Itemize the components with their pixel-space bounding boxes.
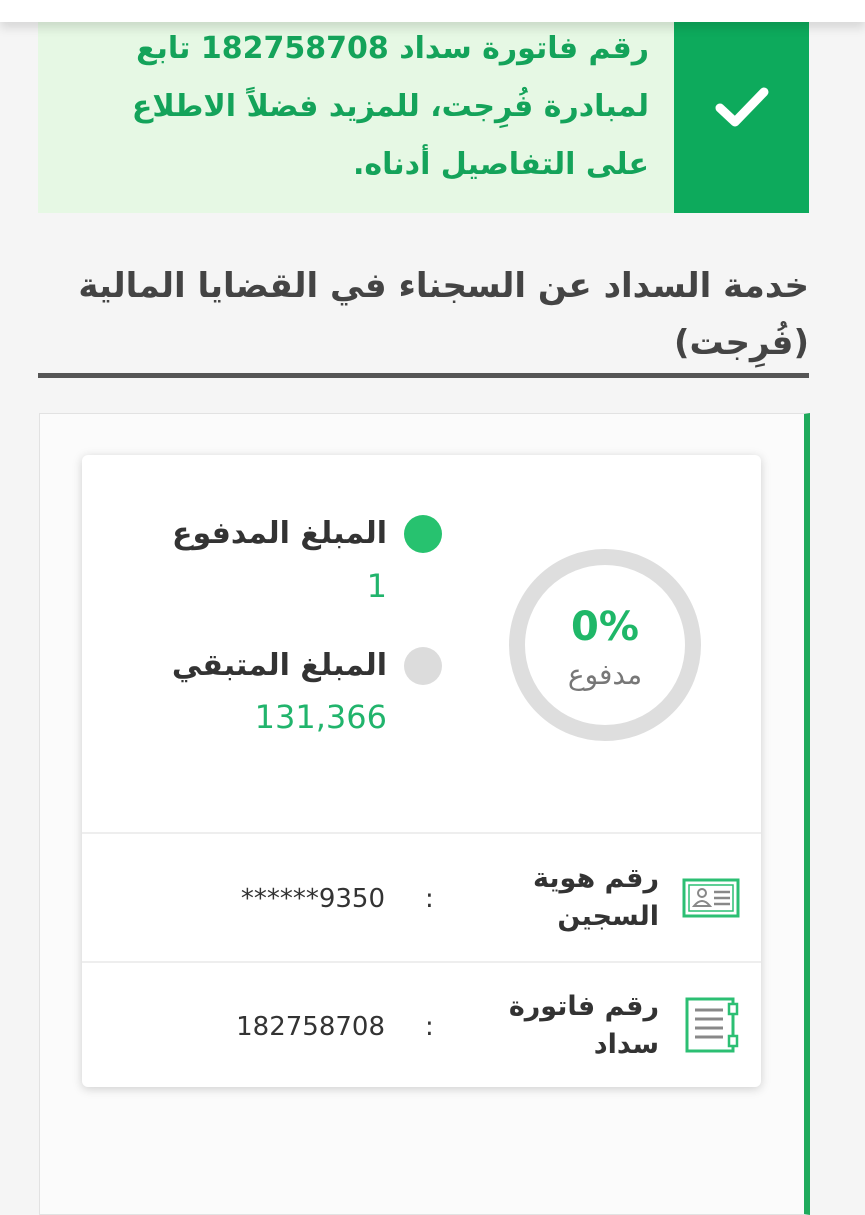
section-title-line: (فُرِجت) <box>674 323 809 363</box>
prisoner-id-label: رقم هوية السجين <box>499 860 659 936</box>
invoice-icon <box>685 997 739 1053</box>
top-app-bar <box>0 0 865 22</box>
success-alert: رقم فاتورة سداد 182758708 تابع لمبادرة ف… <box>38 0 809 213</box>
prisoner-id-label-line: السجين <box>557 901 659 932</box>
prisoner-id-label-line: رقم هوية <box>533 863 659 894</box>
paid-amount-label: المبلغ المدفوع <box>171 516 387 551</box>
progress-caption: مدفوع <box>567 658 643 691</box>
invoice-number-label-line: سداد <box>593 1029 659 1060</box>
invoice-number-label: رقم فاتورة سداد <box>499 988 659 1064</box>
prisoner-id-colon: : <box>425 884 434 914</box>
progress-percent: 0% <box>571 604 639 650</box>
check-icon <box>715 87 768 126</box>
invoice-number-value: 182758708 <box>236 1012 385 1042</box>
card-divider <box>82 832 761 834</box>
remaining-legend-dot <box>404 647 442 685</box>
alert-message: رقم فاتورة سداد 182758708 تابع لمبادرة ف… <box>49 20 649 194</box>
prisoner-id-value: ******9350 <box>240 884 385 914</box>
section-title-line: خدمة السداد عن السجناء في القضايا المالي… <box>78 266 809 306</box>
invoice-number-colon: : <box>425 1012 434 1042</box>
invoice-number-label-line: رقم فاتورة <box>508 991 659 1022</box>
remaining-amount-value: 131,366 <box>254 698 387 736</box>
section-title: خدمة السداد عن السجناء في القضايا المالي… <box>49 258 809 372</box>
alert-message-line: على التفاصيل أدناه. <box>353 147 649 182</box>
remaining-amount-label: المبلغ المتبقي <box>171 648 387 683</box>
section-underline <box>38 373 809 378</box>
paid-legend-dot <box>404 515 442 553</box>
alert-message-line: رقم فاتورة سداد 182758708 تابع <box>136 31 649 66</box>
card-divider <box>82 961 761 963</box>
id-card-icon <box>682 878 740 918</box>
alert-icon-box <box>674 0 809 213</box>
alert-message-line: لمبادرة فُرِجت، للمزيد فضلاً الاطلاع <box>131 89 649 124</box>
paid-amount-value: 1 <box>366 567 387 605</box>
